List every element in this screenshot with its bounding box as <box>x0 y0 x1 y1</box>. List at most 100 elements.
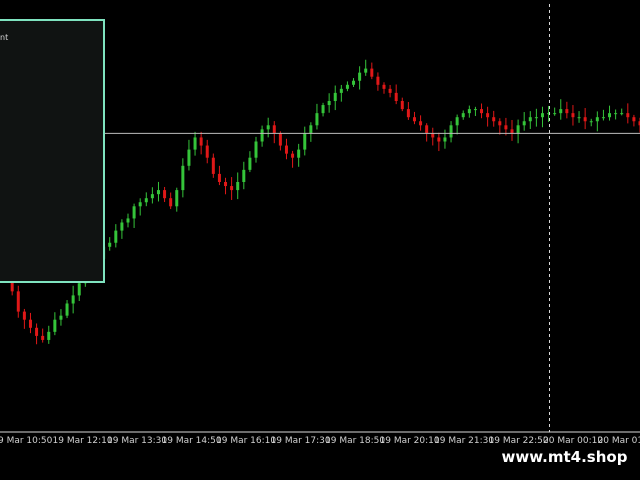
candle-body <box>510 129 514 134</box>
candle-body <box>333 92 337 101</box>
candle-body <box>193 137 197 150</box>
candle-body <box>163 190 167 199</box>
candle-body <box>400 101 404 110</box>
candle-body <box>620 113 624 115</box>
candle-body <box>236 182 240 191</box>
candle-body <box>583 117 587 122</box>
candle-body <box>126 218 130 223</box>
candle-body <box>504 125 508 130</box>
candle-body <box>614 113 618 115</box>
candle-body <box>327 101 331 106</box>
candle-body <box>431 133 435 138</box>
candle-body <box>559 109 563 114</box>
candle-body <box>565 109 569 114</box>
candle-body <box>522 121 526 126</box>
candle-body <box>108 242 112 247</box>
candle-body <box>175 190 179 207</box>
candle-body <box>35 327 39 336</box>
time-label: 19 Mar 14:50 <box>162 436 222 446</box>
candle-body <box>71 295 75 304</box>
candle-body <box>65 303 69 316</box>
candle-body <box>352 80 356 85</box>
candle-body <box>376 76 380 85</box>
candle-body <box>205 145 209 158</box>
candle-body <box>577 117 581 119</box>
candle-body <box>224 182 228 187</box>
candle-body <box>278 133 282 146</box>
candle-body <box>437 137 441 142</box>
candle-body <box>589 121 593 123</box>
candle-body <box>345 84 349 89</box>
candle-body <box>138 202 142 207</box>
time-label: 19 Mar 13:30 <box>107 436 167 446</box>
candle-body <box>394 92 398 101</box>
candle-body <box>449 125 453 138</box>
candle-body <box>242 169 246 182</box>
candle-body <box>248 157 252 170</box>
candle-body <box>534 117 538 119</box>
time-label: 19 Mar 16:10 <box>216 436 276 446</box>
candle-body <box>455 117 459 126</box>
candle-body <box>321 105 325 114</box>
candle-body <box>473 109 477 111</box>
candle-body <box>217 173 221 182</box>
candle-body <box>412 117 416 122</box>
candle-body <box>571 113 575 118</box>
candle-body <box>266 125 270 130</box>
candle-body <box>187 149 191 166</box>
candle-body <box>516 125 520 134</box>
candle-body <box>632 117 636 122</box>
candle-body <box>339 88 343 93</box>
candle-body <box>626 113 630 118</box>
candle-body <box>114 230 118 243</box>
time-label: 19 Mar 12:10 <box>53 436 113 446</box>
candle-body <box>254 141 258 158</box>
candle-body <box>291 153 295 158</box>
candle-body <box>528 117 532 122</box>
candle-body <box>47 331 51 340</box>
candle-body <box>303 133 307 150</box>
time-label: 19 Mar 17:30 <box>271 436 331 446</box>
candle-body <box>211 157 215 174</box>
candle-body <box>230 186 234 191</box>
candle-body <box>284 145 288 154</box>
candle-body <box>41 335 45 340</box>
candle-body <box>467 109 471 114</box>
candle-body <box>309 125 313 134</box>
candle-body <box>53 319 57 332</box>
candle-body <box>382 84 386 89</box>
candle-body <box>443 137 447 142</box>
candle-body <box>364 68 368 73</box>
time-label: 9 Mar 10:50 <box>0 436 53 446</box>
candle-body <box>461 113 465 118</box>
candle-body <box>199 137 203 146</box>
candle-body <box>425 125 429 134</box>
panel-text: nt <box>0 33 9 42</box>
candle-body <box>540 113 544 118</box>
candle-body <box>120 222 124 231</box>
candle-body <box>59 315 63 320</box>
time-label: 19 Mar 20:10 <box>380 436 440 446</box>
candle-body <box>297 149 301 158</box>
candle-body <box>595 117 599 122</box>
candle-body <box>358 72 362 81</box>
candle-body <box>150 194 154 199</box>
candle-body <box>608 113 612 118</box>
candle-body <box>553 113 557 115</box>
candle-body <box>370 68 374 77</box>
candle-body <box>260 129 264 142</box>
candle-body <box>169 198 173 207</box>
candle-body <box>22 311 26 320</box>
candle-body <box>28 319 32 328</box>
candle-body <box>16 291 20 312</box>
candle-body <box>601 117 605 119</box>
candle-body <box>492 117 496 122</box>
time-label: 19 Mar 21:30 <box>434 436 494 446</box>
candle-body <box>406 109 410 118</box>
candle-body <box>498 121 502 126</box>
candle-body <box>132 206 136 219</box>
candle-body <box>486 113 490 118</box>
time-label: 19 Mar 18:50 <box>325 436 385 446</box>
candle-body <box>419 121 423 126</box>
candle-body <box>144 198 148 203</box>
